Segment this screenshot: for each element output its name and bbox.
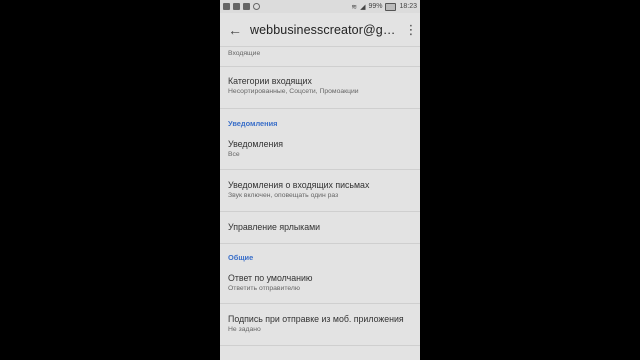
status-notification-icons [223,3,260,10]
status-system-icons: ≋ ◢ 99% 18:23 [351,2,417,11]
video-frame: ≋ ◢ 99% 18:23 ← webbusinesscreator@gma..… [0,0,640,360]
settings-item-title-clipped [228,39,420,49]
settings-item-inbox-type[interactable]: Входящие [220,39,420,67]
settings-item-subtitle: Звук включен, оповещать один раз [228,192,339,199]
battery-text: 99% [368,3,383,10]
phone-screen: ≋ ◢ 99% 18:23 ← webbusinesscreator@gma..… [220,0,420,360]
settings-item-subtitle: Не задано [228,326,261,333]
section-header-general: Общие [228,253,254,262]
settings-item-manage-labels[interactable]: Управление ярлыками [220,212,420,244]
settings-item-mobile-signature[interactable]: Подпись при отправке из моб. приложения … [220,304,420,346]
settings-item-default-reply[interactable]: Ответ по умолчанию Ответить отправителю [220,264,420,304]
settings-item-title: Ответ по умолчанию [228,273,313,283]
settings-item-title: Категории входящих [228,76,312,86]
settings-item-title: Подпись при отправке из моб. приложения [228,314,404,324]
settings-item-subtitle: Ответить отправителю [228,285,300,292]
account-title: webbusinesscreator@gma... [250,22,402,37]
signal-icon: ◢ [360,3,366,11]
wifi-icon: ≋ [351,3,358,11]
settings-item-title: Управление ярлыками [228,222,321,232]
app-notification-icon [233,3,240,10]
settings-item-subtitle: Несортированные, Соцсети, Промоакции [228,88,359,95]
section-header-notifications: Уведомления [228,119,278,128]
clock: 18:23 [399,3,417,10]
settings-item-subtitle: Все [228,151,240,158]
youtube-notification-icon [223,3,230,10]
settings-item-title: Уведомления [228,139,284,149]
battery-icon [385,2,397,11]
settings-item-next-clipped[interactable] [220,346,420,360]
settings-item-subtitle: Входящие [228,50,261,57]
sync-notification-icon [253,3,260,10]
image-notification-icon [243,3,250,10]
status-bar: ≋ ◢ 99% 18:23 [220,0,420,13]
settings-item-inbox-notifications[interactable]: Уведомления о входящих письмах Звук вклю… [220,170,420,212]
settings-item-notifications[interactable]: Уведомления Все [220,131,420,170]
settings-item-inbox-categories[interactable]: Категории входящих Несортированные, Соцс… [220,67,420,109]
settings-item-title: Уведомления о входящих письмах [228,180,370,190]
